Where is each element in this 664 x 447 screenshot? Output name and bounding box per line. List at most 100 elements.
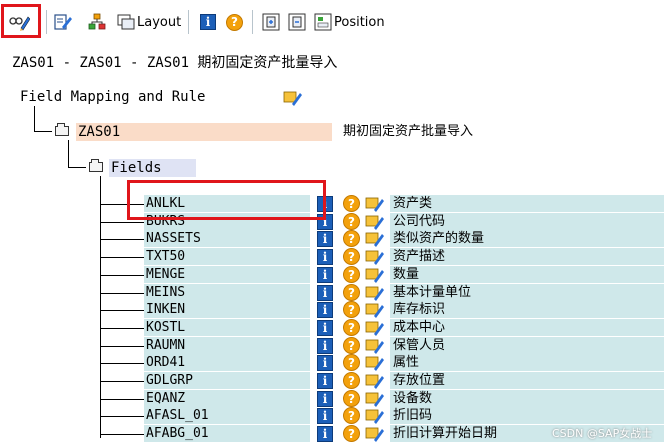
field-description: 保管人员	[390, 337, 664, 354]
field-row: TXT50 i? 资产描述	[0, 248, 664, 266]
position-icon	[314, 13, 332, 31]
toolbar-separator	[188, 10, 189, 34]
field-row: GDLGRP i? 存放位置	[0, 372, 664, 390]
folder-icon	[55, 123, 69, 136]
field-row: MEINS i? 基本计量单位	[0, 284, 664, 302]
help-icon[interactable]: ?	[343, 195, 360, 212]
field-description: 资产类	[390, 195, 664, 212]
expand-button[interactable]	[262, 9, 280, 35]
info-icon[interactable]: i	[317, 302, 333, 318]
help-icon[interactable]: ?	[343, 337, 360, 354]
field-row: EQANZ i? 设备数	[0, 390, 664, 408]
field-row: NASSETS i? 类似资产的数量	[0, 230, 664, 248]
hierarchy-icon	[88, 13, 106, 31]
info-icon[interactable]: i	[317, 231, 333, 247]
info-icon[interactable]: i	[317, 391, 333, 407]
page-title: ZAS01 - ZAS01 - ZAS01 期初固定资产批量导入	[12, 55, 338, 71]
field-description: 库存标识	[390, 301, 664, 318]
tree-line	[100, 239, 144, 240]
info-icon[interactable]: i	[317, 267, 333, 283]
tree-line	[100, 381, 144, 382]
field-description: 存放位置	[390, 372, 664, 389]
field-name[interactable]: NASSETS	[144, 230, 310, 247]
help-icon[interactable]: ?	[343, 354, 360, 371]
layout-icon	[117, 13, 135, 31]
field-description: 公司代码	[390, 213, 664, 230]
layout-label: Layout	[137, 14, 182, 30]
help-icon[interactable]: ?	[343, 301, 360, 318]
info-icon[interactable]: i	[317, 285, 333, 301]
field-name[interactable]: MEINS	[144, 284, 310, 301]
rule-edit-icon[interactable]	[283, 88, 303, 110]
info-button[interactable]: i	[200, 9, 216, 35]
position-label: Position	[334, 14, 385, 30]
fields-node[interactable]: Fields	[109, 159, 196, 177]
tree-line	[100, 222, 144, 223]
field-description: 资产描述	[390, 248, 664, 265]
help-icon[interactable]: ?	[343, 213, 360, 230]
help-icon[interactable]: ?	[343, 248, 360, 265]
info-icon[interactable]: i	[317, 249, 333, 265]
field-description: 成本中心	[390, 319, 664, 336]
tree-line	[100, 257, 144, 258]
field-name[interactable]: EQANZ	[144, 390, 310, 407]
help-icon[interactable]: ?	[343, 284, 360, 301]
help-icon: ?	[226, 13, 243, 31]
field-row: BUKRS i? 公司代码	[0, 213, 664, 231]
info-icon[interactable]: i	[317, 373, 333, 389]
field-row: ORD41 i? 属性	[0, 354, 664, 372]
tree-line	[34, 131, 52, 132]
field-highlight-frame	[127, 180, 326, 220]
help-icon[interactable]: ?	[343, 319, 360, 336]
node-description: 期初固定资产批量导入	[343, 124, 474, 139]
help-icon[interactable]: ?	[343, 407, 360, 424]
field-name[interactable]: GDLGRP	[144, 372, 310, 389]
watermark: CSDN @SAP女战士	[552, 427, 653, 440]
help-icon[interactable]: ?	[343, 266, 360, 283]
tree-line	[68, 167, 86, 168]
info-icon[interactable]: i	[317, 426, 333, 442]
field-name[interactable]: TXT50	[144, 248, 310, 265]
tree-line	[100, 434, 144, 435]
toolbar: Layout i ? Position	[0, 0, 664, 44]
node-name[interactable]: ZAS01	[76, 123, 332, 141]
field-description: 设备数	[390, 390, 664, 407]
field-row: AFASL_01 i? 折旧码	[0, 407, 664, 425]
field-name[interactable]: ORD41	[144, 354, 310, 371]
info-icon[interactable]: i	[317, 338, 333, 354]
tree-line	[100, 293, 144, 294]
field-row: ANLKL i? 资产类	[0, 195, 664, 213]
field-name[interactable]: INKEN	[144, 301, 310, 318]
position-button[interactable]: Position	[314, 9, 385, 35]
field-description: 类似资产的数量	[390, 230, 664, 247]
help-icon[interactable]: ?	[343, 372, 360, 389]
field-name[interactable]: AFABG_01	[144, 425, 310, 442]
field-name[interactable]: MENGE	[144, 266, 310, 283]
tree-line	[100, 310, 144, 311]
info-icon[interactable]: i	[317, 355, 333, 371]
info-icon[interactable]: i	[317, 320, 333, 336]
tree-line	[100, 416, 144, 417]
field-description: 数量	[390, 266, 664, 283]
layout-button[interactable]: Layout	[117, 9, 181, 35]
field-row: RAUMN i? 保管人员	[0, 337, 664, 355]
rule-edit-icon[interactable]	[365, 425, 385, 447]
hierarchy-button[interactable]	[88, 9, 106, 35]
field-name[interactable]: AFASL_01	[144, 407, 310, 424]
folder-icon	[89, 159, 103, 172]
field-name[interactable]: RAUMN	[144, 337, 310, 354]
collapse-button[interactable]	[288, 9, 306, 35]
edit-button[interactable]	[54, 9, 72, 35]
tree-root-label: Field Mapping and Rule	[20, 89, 206, 105]
field-description: 属性	[390, 354, 664, 371]
field-name[interactable]: KOSTL	[144, 319, 310, 336]
field-row: MENGE i? 数量	[0, 266, 664, 284]
tree-line	[100, 328, 144, 329]
help-icon[interactable]: ?	[343, 390, 360, 407]
info-icon[interactable]: i	[317, 408, 333, 424]
help-icon[interactable]: ?	[343, 425, 360, 442]
toolbar-separator	[252, 10, 253, 34]
help-button[interactable]: ?	[226, 9, 243, 35]
help-icon[interactable]: ?	[343, 230, 360, 247]
info-icon: i	[200, 14, 216, 30]
